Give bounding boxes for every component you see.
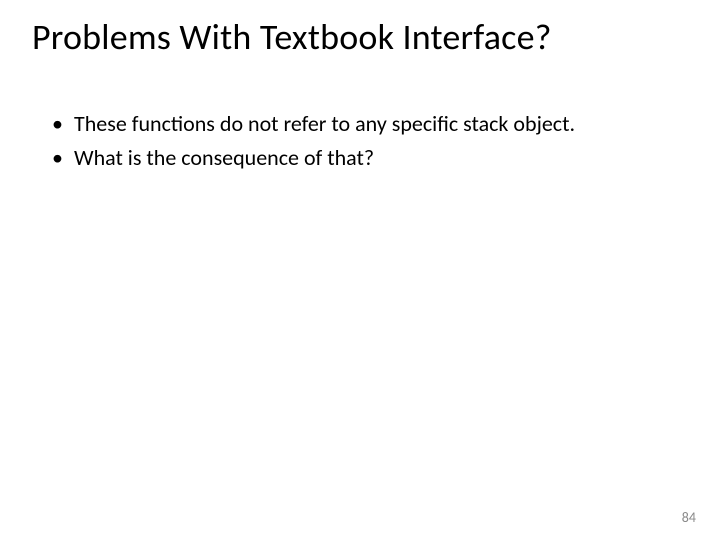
page-number: 84 xyxy=(682,509,696,526)
list-item: These functions do not refer to any spec… xyxy=(50,110,660,138)
list-item: What is the consequence of that? xyxy=(50,144,660,172)
bullet-text: These functions do not refer to any spec… xyxy=(74,110,575,137)
slide-body: These functions do not refer to any spec… xyxy=(50,110,660,177)
bullet-list: These functions do not refer to any spec… xyxy=(50,110,660,171)
slide: Problems With Textbook Interface? These … xyxy=(0,0,720,540)
slide-title: Problems With Textbook Interface? xyxy=(32,18,688,58)
bullet-text: What is the consequence of that? xyxy=(74,144,374,171)
